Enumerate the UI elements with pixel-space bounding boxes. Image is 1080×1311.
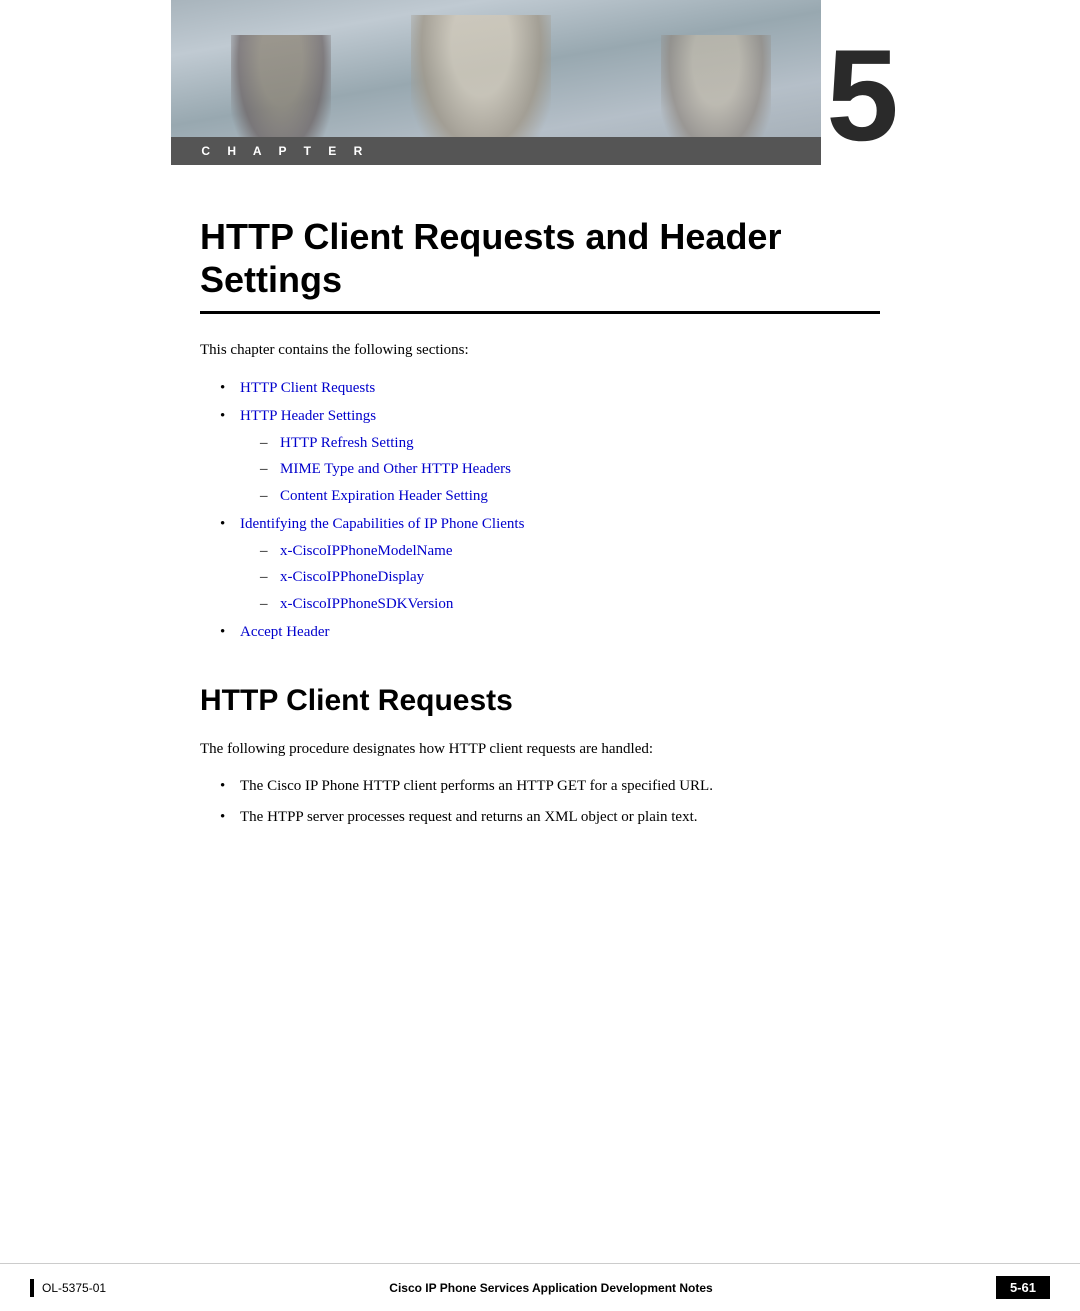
- page-container: C H A P T E R 5 HTTP Client Requests and…: [0, 0, 1080, 1311]
- chapter-label-text: C H A P T E R: [201, 144, 369, 158]
- chapter-header: C H A P T E R 5: [0, 0, 1080, 165]
- header-inner: C H A P T E R 5: [171, 0, 908, 165]
- toc-sublist-2: HTTP Refresh Setting MIME Type and Other…: [260, 432, 880, 508]
- footer-center: Cisco IP Phone Services Application Deve…: [389, 1281, 712, 1295]
- footer-doc-title: Cisco IP Phone Services Application Deve…: [389, 1281, 712, 1295]
- toc-subitem-3-1: x-CiscoIPPhoneModelName: [260, 540, 880, 563]
- chapter-number: 5: [826, 30, 908, 165]
- toc-sublink-3-1[interactable]: x-CiscoIPPhoneModelName: [280, 543, 452, 559]
- section1-bullet-2-text: The HTPP server processes request and re…: [240, 809, 698, 825]
- toc-sublink-3-2[interactable]: x-CiscoIPPhoneDisplay: [280, 569, 424, 585]
- section1-heading: HTTP Client Requests: [200, 684, 880, 718]
- section1-bullet-1: The Cisco IP Phone HTTP client performs …: [220, 775, 880, 798]
- toc-subitem-3-3: x-CiscoIPPhoneSDKVersion: [260, 593, 880, 616]
- toc-subitem-3-2: x-CiscoIPPhoneDisplay: [260, 566, 880, 589]
- toc-sublink-2-3[interactable]: Content Expiration Header Setting: [280, 488, 488, 504]
- footer-bar-icon: [30, 1279, 34, 1297]
- toc-link-4[interactable]: Accept Header: [240, 624, 330, 640]
- toc-subitem-2-3: Content Expiration Header Setting: [260, 485, 880, 508]
- toc-list: HTTP Client Requests HTTP Header Setting…: [220, 377, 880, 644]
- toc-link-2[interactable]: HTTP Header Settings: [240, 408, 376, 424]
- toc-sublink-2-1[interactable]: HTTP Refresh Setting: [280, 435, 414, 451]
- toc-sublink-3-3[interactable]: x-CiscoIPPhoneSDKVersion: [280, 596, 453, 612]
- section1-bullet-2: The HTPP server processes request and re…: [220, 806, 880, 829]
- toc-sublink-2-2[interactable]: MIME Type and Other HTTP Headers: [280, 461, 511, 477]
- toc-item-4: Accept Header: [220, 621, 880, 644]
- chapter-number-column: 5: [821, 30, 908, 165]
- section1-bullet-list: The Cisco IP Phone HTTP client performs …: [220, 775, 880, 828]
- toc-link-3[interactable]: Identifying the Capabilities of IP Phone…: [240, 516, 524, 532]
- chapter-image: C H A P T E R: [171, 0, 821, 165]
- page-footer: OL-5375-01 Cisco IP Phone Services Appli…: [0, 1263, 1080, 1311]
- footer-page-number: 5-61: [996, 1276, 1050, 1299]
- chapter-title: HTTP Client Requests and Header Settings: [200, 215, 880, 301]
- toc-subitem-2-1: HTTP Refresh Setting: [260, 432, 880, 455]
- title-divider: [200, 311, 880, 314]
- section1-intro: The following procedure designates how H…: [200, 738, 880, 761]
- chapter-label-bar: C H A P T E R: [171, 137, 821, 165]
- content-area: HTTP Client Requests and Header Settings…: [200, 165, 880, 828]
- toc-subitem-2-2: MIME Type and Other HTTP Headers: [260, 458, 880, 481]
- toc-item-2: HTTP Header Settings HTTP Refresh Settin…: [220, 405, 880, 507]
- toc-sublist-3: x-CiscoIPPhoneModelName x-CiscoIPPhoneDi…: [260, 540, 880, 616]
- footer-doc-id: OL-5375-01: [42, 1281, 106, 1295]
- section1-bullet-1-text: The Cisco IP Phone HTTP client performs …: [240, 778, 713, 794]
- toc-link-1[interactable]: HTTP Client Requests: [240, 380, 375, 396]
- footer-left: OL-5375-01: [30, 1279, 106, 1297]
- toc-item-3: Identifying the Capabilities of IP Phone…: [220, 513, 880, 615]
- intro-paragraph: This chapter contains the following sect…: [200, 339, 880, 362]
- toc-item-1: HTTP Client Requests: [220, 377, 880, 400]
